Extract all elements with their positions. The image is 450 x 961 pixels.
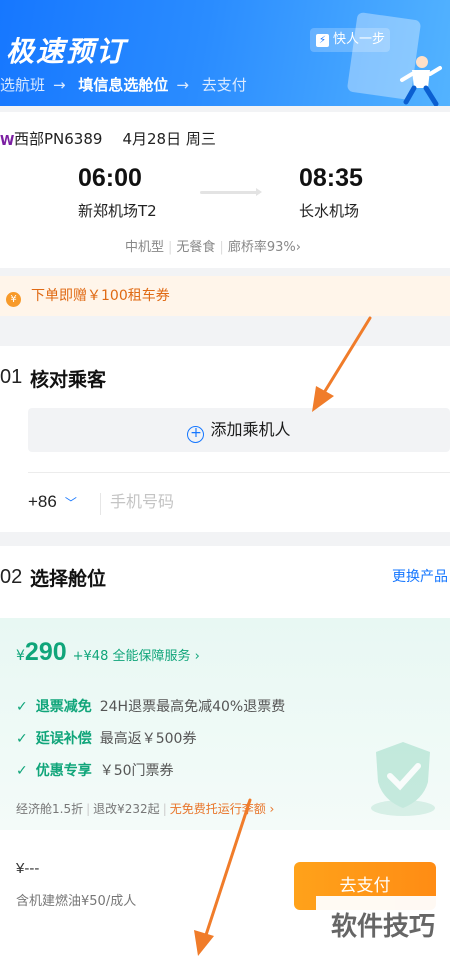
change-product-link[interactable]: 更换产品 [392,566,448,586]
currency-symbol: ¥ [16,648,25,664]
fee-note: 含机建燃油¥50/成人 [16,894,137,909]
passenger-section: 01 核对乘客 + 添加乘机人 +86 ﹀ [0,346,450,532]
running-person-illustration [400,56,442,106]
phone-input[interactable] [110,492,410,511]
benefit-item: ✓ 退票减免 24H退票最高免减40%退票费 [16,696,285,716]
depart-airport: 新郑机场T2 [78,202,157,220]
add-passenger-button[interactable]: + 添加乘机人 [28,408,450,452]
benefit-desc: 24H退票最高免减40%退票费 [99,699,286,715]
airline-logo-icon: W [0,134,15,149]
divider [28,472,450,473]
bolt-icon: ⚡ [316,34,329,47]
step-pay: 去支付 [201,76,247,94]
benefit-title: 优惠专享 [35,763,92,779]
page-title: 极速预订 [6,35,127,68]
benefit-desc: ￥50门票券 [99,763,174,779]
total-price: ¥--- [16,860,40,877]
benefit-title: 退票减免 [35,699,92,715]
arrive-airport: 长水机场 [299,202,360,220]
watermark: 软件技巧 [316,896,450,958]
fare-info: 经济舱1.5折 | 退改¥232起 | 无免费托运行李额 › [16,802,275,816]
depart-time: 06:00 [78,164,142,192]
step-arrow: → [176,76,189,94]
country-code-select[interactable]: +86 ﹀ [28,492,77,512]
change-fee: 退改¥232起 [93,802,160,816]
add-passenger-label: 添加乘机人 [210,420,291,439]
price-amount: 290 [24,638,67,666]
chevron-down-icon: ﹀ [64,496,77,510]
extra-service-link[interactable]: +¥48 全能保障服务 › [73,649,200,664]
cabin-price: ¥290 +¥48 全能保障服务 › [16,638,200,667]
promo-text: 下单即赠￥100租车券 [31,288,170,304]
divider [100,493,101,515]
route-arrow-icon [200,188,262,196]
flight-info[interactable]: 中机型 | 无餐食 | 廊桥率93%› [125,236,301,255]
country-code: +86 [28,492,57,511]
benefit-item: ✓ 优惠专享 ￥50门票券 [16,760,174,780]
airline-flight-number: 西部PN6389 [14,130,103,148]
cabin-option-card[interactable]: ¥290 +¥48 全能保障服务 › ✓ 退票减免 24H退票最高免减40%退票费 ✓… [0,618,450,830]
fare-class: 经济舱1.5折 [16,802,84,816]
airline-row: W西部PN6389 4月28日 周三 [0,128,216,149]
section-number: 01 [0,366,23,388]
section-title: 选择舱位 [30,568,107,590]
step-fill-info: 填信息选舱位 [78,76,169,94]
quick-badge: ⚡ 快人一步 [310,28,390,52]
quick-badge-label: 快人一步 [333,32,386,47]
chevron-right-icon: › [295,240,301,255]
benefit-desc: 最高返￥500券 [99,731,197,747]
meal-info: 无餐食 [176,240,216,255]
check-icon: ✓ [16,763,28,779]
shield-icon [371,742,435,816]
check-icon: ✓ [16,699,28,715]
check-icon: ✓ [16,731,28,747]
baggage-link[interactable]: 无免费托运行李额 › [170,802,275,816]
booking-steps: 选航班 → 填信息选舱位 → 去支付 [0,74,255,95]
section-title: 核对乘客 [30,369,107,391]
flight-card[interactable]: W西部PN6389 4月28日 周三 06:00 新郑机场T2 08:35 长水机… [0,112,450,268]
promo-banner[interactable]: ¥ 下单即赠￥100租车券 [0,276,450,316]
header-banner: 极速预订 ⚡ 快人一步 选航班 → 填信息选舱位 → 去支付 [0,0,450,106]
flight-date: 4月28日 周三 [122,130,216,148]
coin-icon: ¥ [6,292,21,307]
bridge-rate: 廊桥率93% [227,240,296,255]
section-number: 02 [0,566,23,588]
step-arrow: → [53,76,66,94]
benefit-item: ✓ 延误补偿 最高返￥500券 [16,728,196,748]
benefit-title: 延误补偿 [35,731,92,747]
aircraft-size: 中机型 [125,240,165,255]
arrive-time: 08:35 [299,164,363,192]
plus-circle-icon: + [187,426,205,443]
step-select-flight: 选航班 [0,76,46,94]
